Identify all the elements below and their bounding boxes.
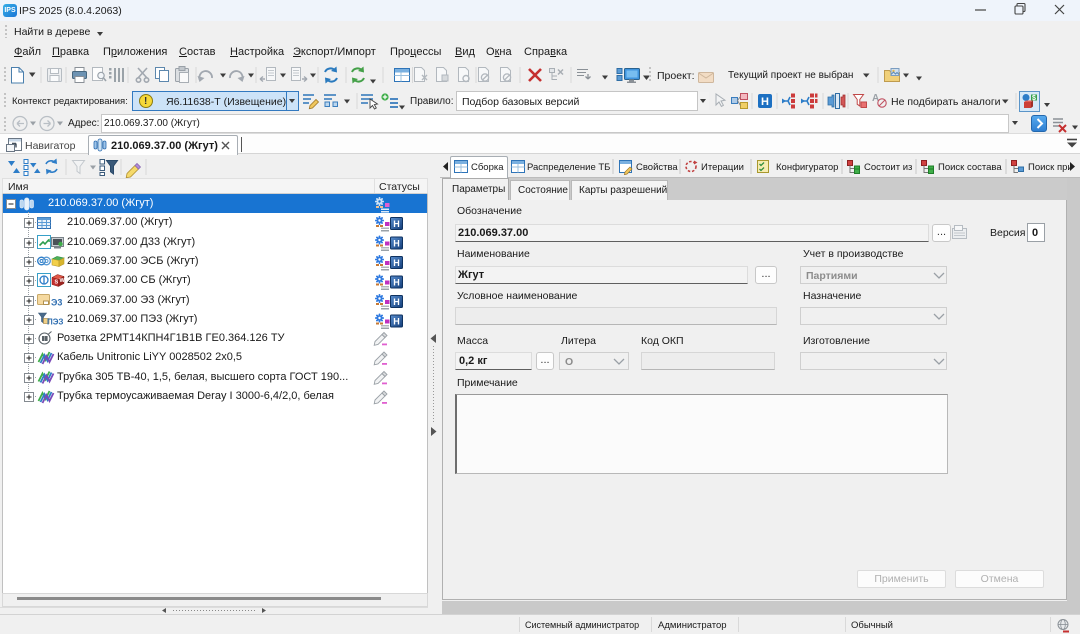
svg-text:H: H	[761, 96, 769, 108]
svg-text:Э3: Э3	[51, 298, 62, 308]
svg-text:S: S	[55, 280, 59, 286]
svg-text:H: H	[393, 219, 400, 229]
svg-text:ПЭЗ: ПЭЗ	[47, 318, 63, 327]
svg-text:W: W	[60, 278, 66, 284]
